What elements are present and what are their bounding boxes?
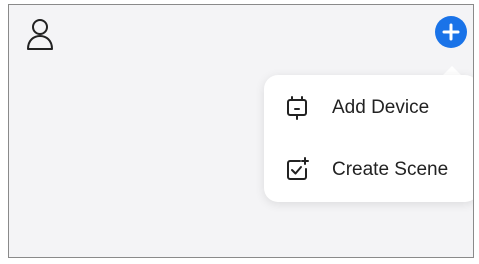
person-icon bbox=[27, 19, 53, 50]
plus-icon bbox=[442, 23, 460, 41]
menu-item-add-device[interactable]: Add Device bbox=[264, 80, 473, 136]
create-scene-icon bbox=[284, 157, 310, 183]
popup-arrow bbox=[443, 66, 461, 75]
profile-button[interactable] bbox=[23, 15, 57, 53]
home-indicator bbox=[279, 257, 303, 258]
menu-item-label: Create Scene bbox=[332, 159, 449, 180]
menu-item-label: Add Device bbox=[332, 97, 430, 118]
device-icon bbox=[284, 95, 310, 121]
add-button[interactable] bbox=[435, 16, 467, 48]
app-screen: Add Device Create Scene bbox=[8, 4, 474, 258]
menu-item-create-scene[interactable]: Create Scene bbox=[264, 142, 473, 198]
add-popup-menu: Add Device Create Scene bbox=[264, 75, 473, 202]
